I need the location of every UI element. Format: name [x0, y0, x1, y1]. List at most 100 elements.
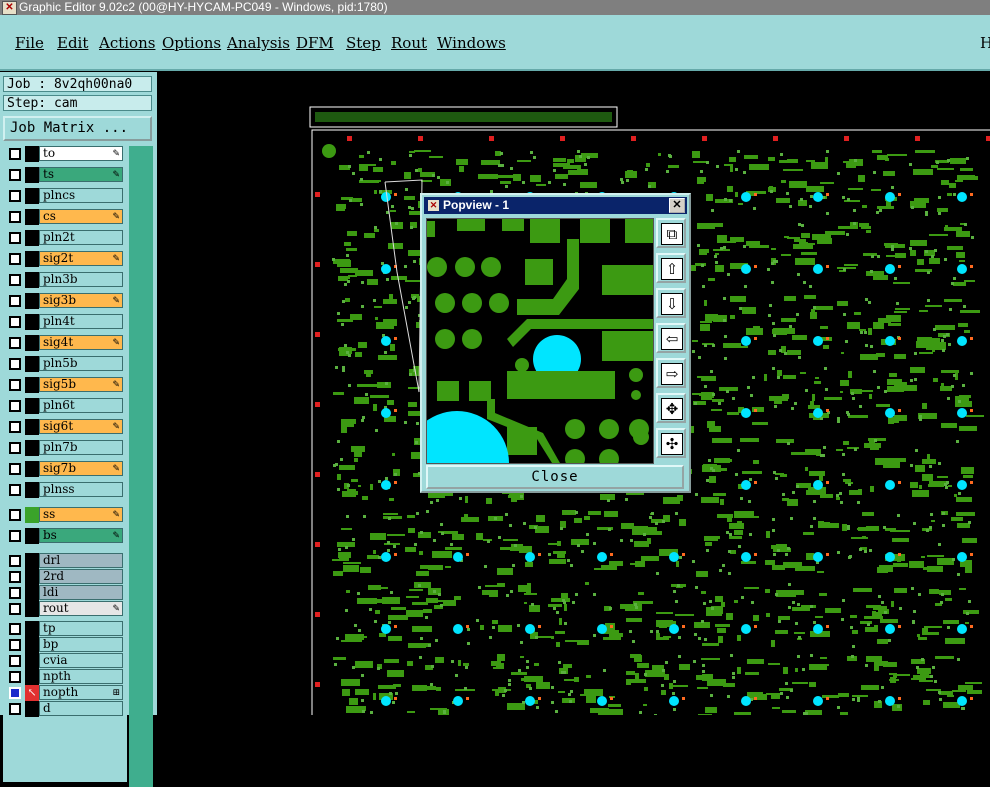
- layer-checkbox[interactable]: [9, 358, 21, 370]
- layer-checkbox[interactable]: [9, 509, 21, 521]
- menu-analysis[interactable]: Analysis: [227, 34, 290, 52]
- layer-color-swatch[interactable]: [25, 621, 39, 637]
- layer-row-plnss[interactable]: plnss: [3, 482, 127, 498]
- layer-color-swatch[interactable]: [25, 272, 39, 288]
- layer-row-pln3b[interactable]: pln3b: [3, 272, 127, 288]
- layer-name[interactable]: sig2t ✎: [39, 251, 123, 266]
- layer-name[interactable]: d: [39, 701, 123, 716]
- layer-name[interactable]: bp: [39, 637, 123, 652]
- layer-color-swatch[interactable]: [25, 461, 39, 477]
- layer-name[interactable]: pln7b: [39, 440, 123, 455]
- layer-color-swatch[interactable]: [25, 209, 39, 225]
- layer-checkbox[interactable]: [9, 400, 21, 412]
- layer-row-npth[interactable]: npth: [3, 669, 127, 685]
- layer-name[interactable]: to ✎: [39, 146, 123, 161]
- zoom-out-icon[interactable]: ✣: [656, 428, 686, 458]
- layer-color-swatch[interactable]: [25, 314, 39, 330]
- layer-checkbox[interactable]: [9, 639, 21, 651]
- layer-checkbox[interactable]: [9, 687, 21, 699]
- layer-checkbox[interactable]: [9, 169, 21, 181]
- layer-color-swatch[interactable]: [25, 528, 39, 544]
- layer-checkbox[interactable]: [9, 190, 21, 202]
- layer-row-cs[interactable]: cs ✎: [3, 209, 127, 225]
- layer-row-sig3b[interactable]: sig3b ✎: [3, 293, 127, 309]
- layer-color-swatch[interactable]: [25, 482, 39, 498]
- layer-name[interactable]: pln4t: [39, 314, 123, 329]
- pan-up-icon[interactable]: ⇧: [656, 253, 686, 283]
- zoom-fit-icon[interactable]: ⧉: [656, 218, 686, 248]
- layer-name[interactable]: npth: [39, 669, 123, 684]
- layer-color-swatch[interactable]: [25, 440, 39, 456]
- layer-color-swatch[interactable]: [25, 637, 39, 653]
- layer-color-swatch[interactable]: ↖: [25, 685, 39, 701]
- layer-color-swatch[interactable]: [25, 146, 39, 162]
- menu-actions[interactable]: Actions: [99, 34, 155, 52]
- layer-row-tp[interactable]: tp: [3, 621, 127, 637]
- layer-name[interactable]: nopth ⊞: [39, 685, 123, 700]
- layer-name[interactable]: plncs: [39, 188, 123, 203]
- layer-checkbox[interactable]: [9, 484, 21, 496]
- layer-checkbox[interactable]: [9, 571, 21, 583]
- layer-color-swatch[interactable]: [25, 585, 39, 601]
- layer-name[interactable]: cs ✎: [39, 209, 123, 224]
- zoom-in-icon[interactable]: ✥: [656, 393, 686, 423]
- popview-title-bar[interactable]: ✕ Popview - 1 ✕: [424, 197, 687, 214]
- pan-down-icon[interactable]: ⇩: [656, 288, 686, 318]
- popview-close-icon[interactable]: ✕: [669, 198, 685, 213]
- layer-checkbox[interactable]: [9, 463, 21, 475]
- layer-color-swatch[interactable]: [25, 293, 39, 309]
- layer-checkbox[interactable]: [9, 623, 21, 635]
- layer-row-cvia[interactable]: cvia: [3, 653, 127, 669]
- layer-checkbox[interactable]: [9, 253, 21, 265]
- layer-checkbox[interactable]: [9, 295, 21, 307]
- layer-color-swatch[interactable]: [25, 377, 39, 393]
- layer-color-swatch[interactable]: [25, 335, 39, 351]
- layer-name[interactable]: pln5b: [39, 356, 123, 371]
- pan-right-icon[interactable]: ⇨: [656, 358, 686, 388]
- layer-checkbox[interactable]: [9, 442, 21, 454]
- layer-checkbox[interactable]: [9, 530, 21, 542]
- layer-checkbox[interactable]: [9, 587, 21, 599]
- layer-color-swatch[interactable]: [25, 188, 39, 204]
- layer-panel-scrollbar[interactable]: [129, 146, 153, 787]
- menu-options[interactable]: Options: [162, 34, 221, 52]
- layer-name[interactable]: sig5b ✎: [39, 377, 123, 392]
- layer-name[interactable]: ldi: [39, 585, 123, 600]
- layer-color-swatch[interactable]: [25, 356, 39, 372]
- layer-checkbox[interactable]: [9, 316, 21, 328]
- layer-checkbox[interactable]: [9, 603, 21, 615]
- layer-color-swatch[interactable]: [25, 398, 39, 414]
- layer-row-pln5b[interactable]: pln5b: [3, 356, 127, 372]
- layer-checkbox[interactable]: [9, 232, 21, 244]
- layer-color-swatch[interactable]: [25, 569, 39, 585]
- layer-row-bs[interactable]: bs ✎: [3, 528, 127, 544]
- layer-checkbox[interactable]: [9, 703, 21, 715]
- menu-help[interactable]: H: [980, 34, 990, 52]
- layer-color-swatch[interactable]: [25, 507, 39, 523]
- layer-checkbox[interactable]: [9, 211, 21, 223]
- menu-dfm[interactable]: DFM: [296, 34, 334, 52]
- job-matrix-button[interactable]: Job Matrix ...: [3, 116, 152, 141]
- layer-name[interactable]: plnss: [39, 482, 123, 497]
- layer-row-bp[interactable]: bp: [3, 637, 127, 653]
- layer-name[interactable]: pln2t: [39, 230, 123, 245]
- layer-color-swatch[interactable]: [25, 553, 39, 569]
- layer-row-pln4t[interactable]: pln4t: [3, 314, 127, 330]
- layer-row-sig6t[interactable]: sig6t ✎: [3, 419, 127, 435]
- layer-name[interactable]: pln6t: [39, 398, 123, 413]
- layer-color-swatch[interactable]: [25, 653, 39, 669]
- layer-checkbox[interactable]: [9, 555, 21, 567]
- layer-color-swatch[interactable]: [25, 419, 39, 435]
- layer-color-swatch[interactable]: [25, 251, 39, 267]
- menu-file[interactable]: File: [15, 34, 44, 52]
- layer-checkbox[interactable]: [9, 379, 21, 391]
- layer-checkbox[interactable]: [9, 148, 21, 160]
- menu-edit[interactable]: Edit: [57, 34, 88, 52]
- layer-row-pln7b[interactable]: pln7b: [3, 440, 127, 456]
- layer-color-swatch[interactable]: [25, 167, 39, 183]
- layer-row-rout[interactable]: rout ✎: [3, 601, 127, 617]
- layer-name[interactable]: sig3b ✎: [39, 293, 123, 308]
- layer-name[interactable]: sig6t ✎: [39, 419, 123, 434]
- layer-name[interactable]: sig4t ✎: [39, 335, 123, 350]
- layer-row-2rd[interactable]: 2rd: [3, 569, 127, 585]
